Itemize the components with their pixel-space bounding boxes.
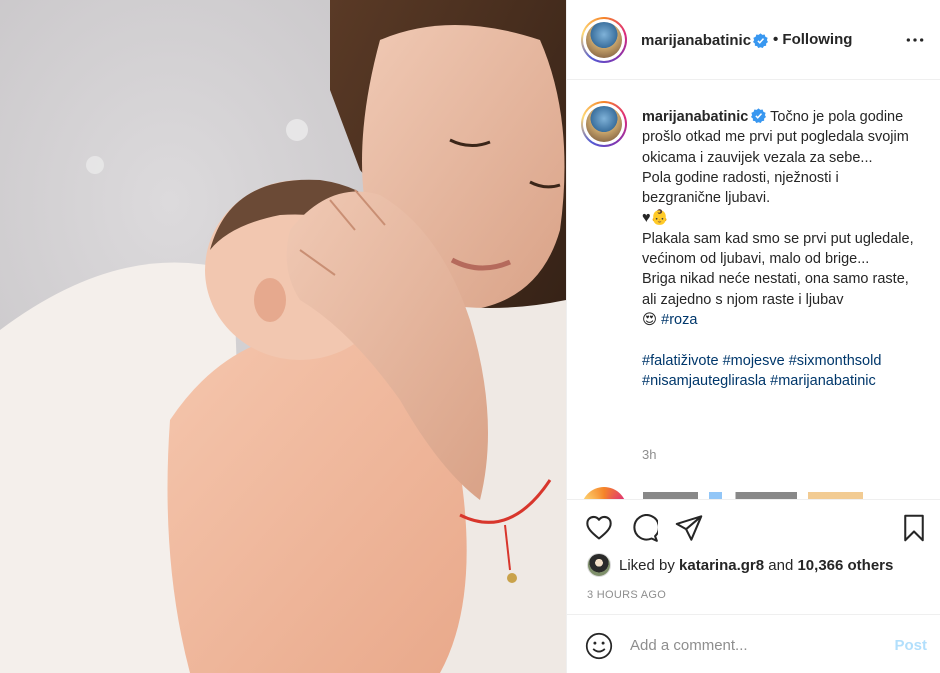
liker-username[interactable]: katarina.gr8 (679, 557, 764, 574)
hashtag-link[interactable]: #roza (661, 312, 697, 328)
caption-avatar[interactable] (581, 101, 627, 147)
caption-text: Točno je pola godine prošlo otkad me prv… (642, 109, 914, 328)
hashtag-link[interactable]: #marijanabatinic (770, 373, 876, 389)
emoji-icon[interactable] (585, 632, 613, 660)
bookmark-icon[interactable] (900, 514, 928, 542)
comment-icon[interactable] (630, 514, 658, 542)
post-header: marijanabatinic • Following (567, 0, 940, 80)
author-username[interactable]: marijanabatinic (641, 32, 751, 49)
heart-icon[interactable] (585, 514, 613, 542)
post-side-panel: marijanabatinic • Following marijanabati… (566, 0, 940, 673)
post-timestamp[interactable]: 3 HOURS AGO (587, 589, 666, 601)
likes-and: and (768, 556, 794, 574)
post-actions: Liked by katarina.gr8 and 10,366 others … (567, 499, 940, 613)
likes-count[interactable]: 10,366 others (797, 557, 893, 574)
hashtag-link[interactable]: #sixmonthsold (789, 353, 882, 369)
hashtag-link[interactable]: #nisamjauteglirasla (642, 373, 766, 389)
verified-badge-icon (753, 33, 768, 48)
liker-avatar[interactable] (587, 553, 611, 577)
photo-illustration (0, 0, 566, 673)
post-photo[interactable] (0, 0, 566, 673)
hashtag-link[interactable]: #falatiživote (642, 353, 719, 369)
comments-area[interactable]: marijanabatinic Točno je pola godine pro… (567, 81, 940, 499)
ellipsis-icon[interactable] (905, 30, 925, 50)
caption-username[interactable]: marijanabatinic (642, 109, 748, 125)
post-caption: marijanabatinic Točno je pola godine pro… (642, 107, 917, 391)
comment-bar: Post (567, 614, 940, 673)
verified-badge-icon (751, 108, 767, 123)
likes-prefix: Liked by (619, 556, 675, 574)
author-avatar[interactable] (581, 17, 627, 63)
hashtag-link[interactable]: #mojesve (723, 353, 785, 369)
caption-age[interactable]: 3h (642, 447, 656, 462)
paper-plane-icon[interactable] (675, 514, 703, 542)
follow-status[interactable]: • Following (773, 31, 852, 48)
likes-summary: Liked by katarina.gr8 and 10,366 others (587, 553, 893, 577)
comment-input[interactable] (630, 633, 870, 657)
post-comment-button[interactable]: Post (894, 637, 927, 654)
next-comment-peek (581, 484, 921, 499)
